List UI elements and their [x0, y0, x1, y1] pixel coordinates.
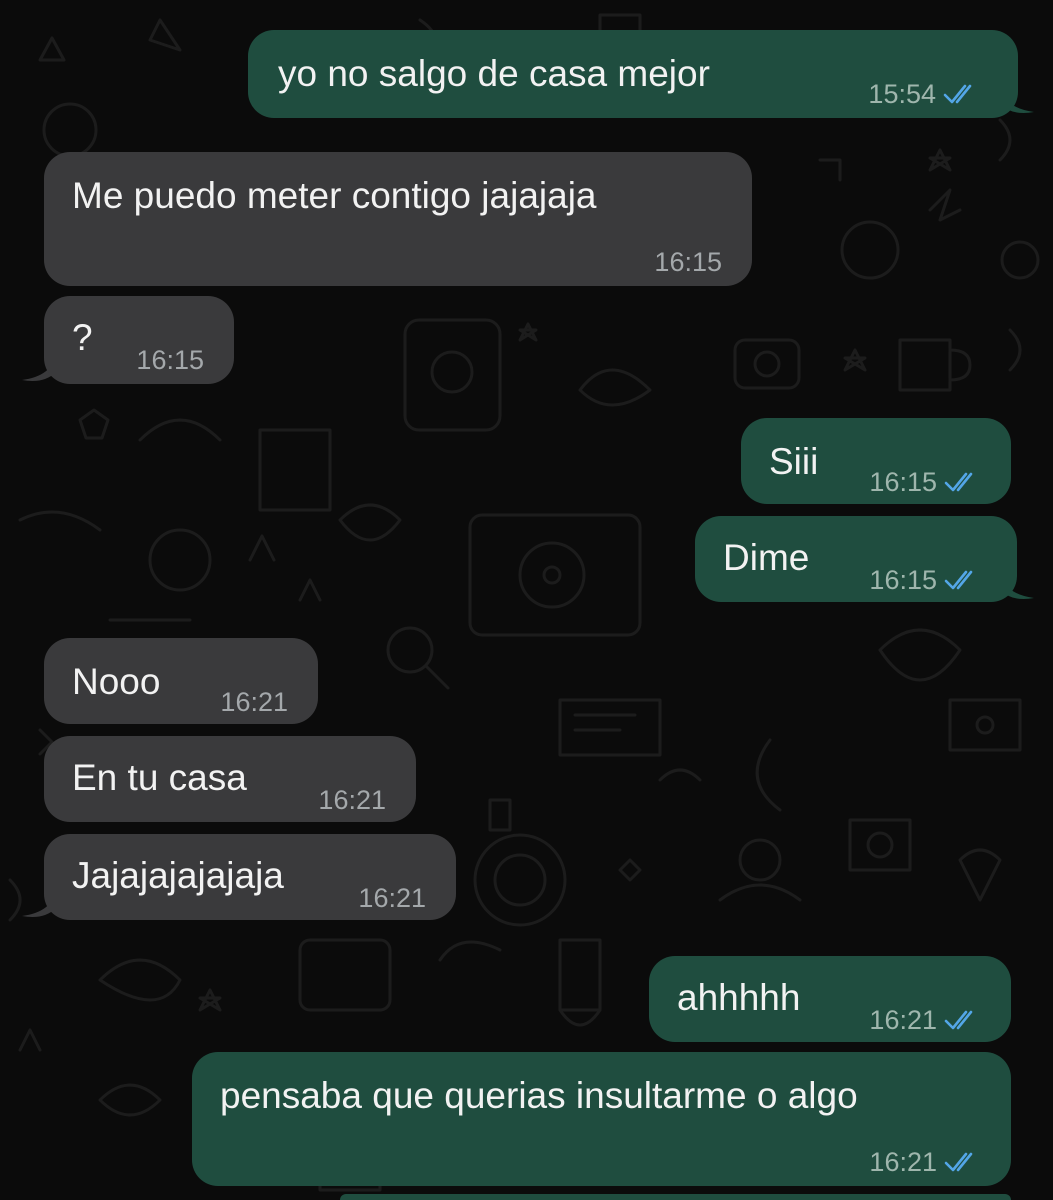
message-bubble-incoming[interactable]: En tu casa 16:21	[44, 736, 416, 822]
message-text: pensaba que querias insultarme o algo	[220, 1075, 858, 1116]
message-time: 15:54	[868, 79, 936, 109]
message-meta: 16:21	[220, 680, 288, 724]
message-text: Dime	[723, 537, 810, 578]
message-bubble-outgoing[interactable]: Siii 16:15	[741, 418, 1011, 504]
message-time: 16:15	[869, 467, 937, 497]
message-meta: 15:54	[868, 72, 982, 116]
message-bubble-incoming[interactable]: Nooo 16:21	[44, 638, 318, 724]
message-time: 16:21	[869, 1005, 937, 1035]
message-time: 16:21	[220, 687, 288, 717]
message-text: ahhhhh	[677, 977, 801, 1018]
message-meta: 16:21	[318, 778, 386, 822]
message-meta: 16:21	[869, 1140, 983, 1184]
message-bubble-outgoing[interactable]: pensaba que querias insultarme o algo 16…	[192, 1052, 1011, 1186]
double-check-read-icon	[943, 84, 972, 104]
double-check-read-icon	[944, 1152, 973, 1172]
message-time: 16:15	[654, 247, 722, 277]
message-bubble-outgoing[interactable]: Dime 16:15	[695, 516, 1017, 602]
message-text: Siii	[769, 441, 819, 482]
message-time: 16:21	[318, 785, 386, 815]
chat-conversation[interactable]: yo no salgo de casa mejor 15:54 Me puedo…	[0, 0, 1053, 1200]
message-bubble-outgoing[interactable]: ahhhhh 16:21	[649, 956, 1011, 1042]
message-meta: 16:21	[869, 998, 983, 1042]
message-time: 16:15	[136, 345, 204, 375]
double-check-read-icon	[944, 570, 973, 590]
double-check-read-icon	[944, 1010, 973, 1030]
message-time: 16:21	[869, 1147, 937, 1177]
message-text: Me puedo meter contigo jajajaja	[72, 175, 597, 216]
message-meta: 16:21	[358, 876, 426, 920]
message-text: Nooo	[72, 661, 161, 702]
double-check-read-icon	[944, 472, 973, 492]
message-bubble-incoming[interactable]: Jajajajajajaja 16:21	[44, 834, 456, 920]
message-text: ?	[72, 317, 93, 358]
message-text: yo no salgo de casa mejor	[278, 53, 710, 94]
message-bubble-outgoing-partial[interactable]	[340, 1194, 1011, 1200]
message-meta: 16:15	[869, 460, 983, 504]
message-meta: 16:15	[136, 338, 204, 382]
message-bubble-outgoing[interactable]: yo no salgo de casa mejor 15:54	[248, 30, 1018, 118]
message-text: Jajajajajajaja	[72, 855, 284, 896]
message-time: 16:15	[869, 565, 937, 595]
message-bubble-incoming[interactable]: Me puedo meter contigo jajajaja 16:15	[44, 152, 752, 286]
message-meta: 16:15	[654, 240, 722, 284]
message-meta: 16:15	[869, 558, 983, 602]
message-bubble-incoming[interactable]: ? 16:15	[44, 296, 234, 384]
message-time: 16:21	[358, 883, 426, 913]
message-text: En tu casa	[72, 757, 247, 798]
